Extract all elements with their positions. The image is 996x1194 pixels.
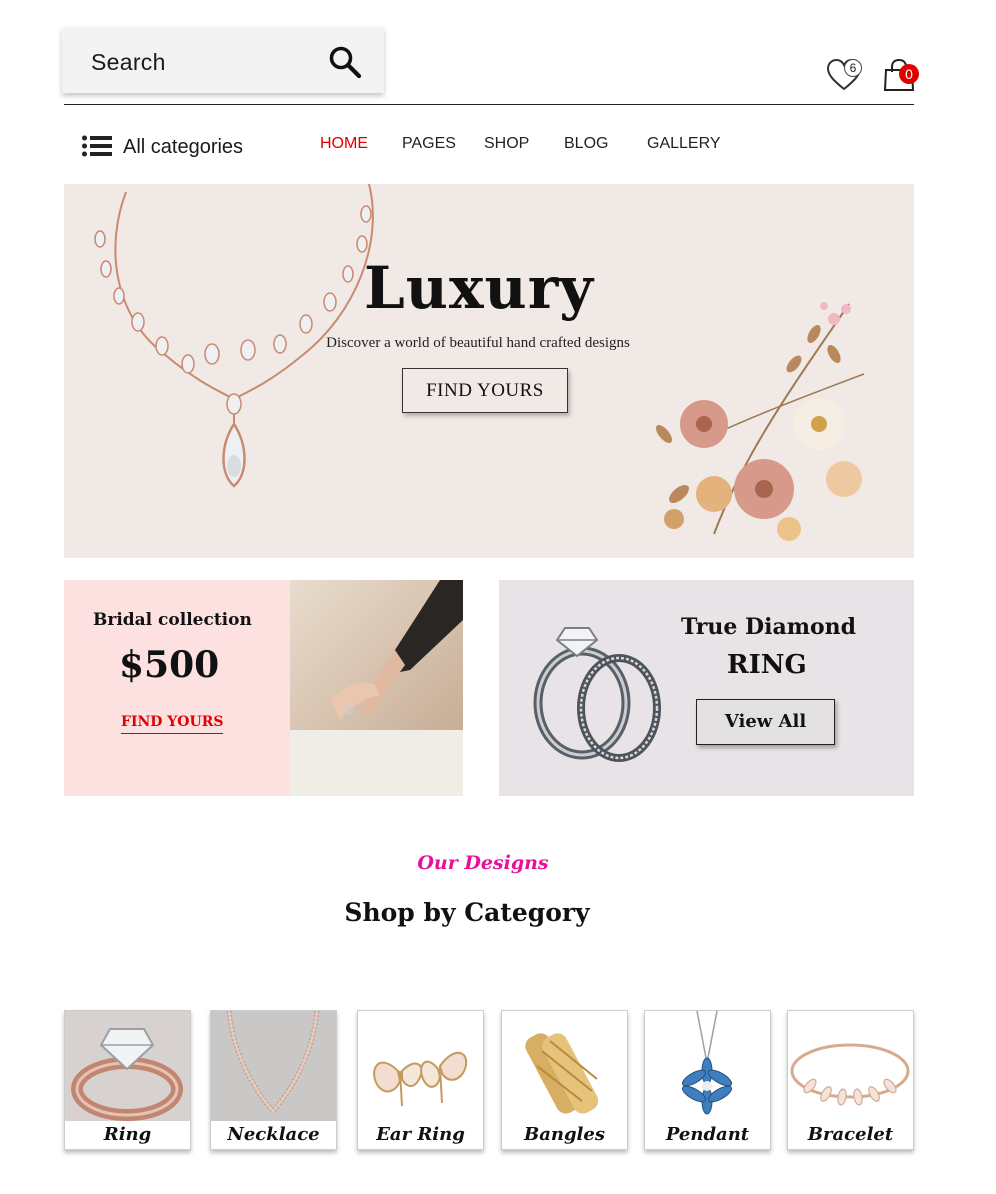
diamond-ring-image (533, 627, 661, 762)
necklace-image (211, 1011, 336, 1121)
category-name: Ear Ring (358, 1121, 483, 1149)
couple-hands-image (290, 580, 463, 796)
view-all-button[interactable]: View All (696, 699, 835, 745)
bangles-image (502, 1011, 627, 1121)
all-categories-button[interactable]: All categories (82, 132, 262, 162)
pendant-image (645, 1011, 770, 1121)
nav-blog[interactable]: BLOG (564, 135, 608, 153)
diamond-subtitle: RING (727, 650, 807, 680)
nav-shop[interactable]: SHOP (484, 135, 529, 153)
bridal-collection-card[interactable]: Bridal collection $500 FIND YOURS (64, 580, 463, 796)
category-name: Pendant (645, 1121, 770, 1149)
flower-bouquet-image (655, 302, 865, 541)
category-card-pendant[interactable]: Pendant (644, 1010, 771, 1150)
category-card-bangles[interactable]: Bangles (501, 1010, 628, 1150)
category-name: Bangles (502, 1121, 627, 1149)
diamond-title: True Diamond (681, 614, 857, 640)
bridal-title: Bridal collection (93, 610, 252, 630)
search-icon[interactable] (328, 45, 362, 79)
ring-image (65, 1011, 190, 1121)
all-categories-label: All categories (123, 136, 244, 158)
category-name: Necklace (211, 1121, 336, 1149)
nav-gallery[interactable]: GALLERY (647, 135, 721, 153)
nav-pages[interactable]: PAGES (402, 135, 456, 153)
true-diamond-ring-card[interactable]: True Diamond RING View All (499, 580, 914, 796)
category-card-necklace[interactable]: Necklace (210, 1010, 337, 1150)
section-title: Shop by Category (344, 898, 590, 927)
bracelet-image (788, 1011, 913, 1121)
list-menu-icon (82, 135, 112, 157)
category-name: Ring (65, 1121, 190, 1149)
cart-count-badge: 0 (899, 64, 919, 84)
earring-image (358, 1011, 483, 1121)
category-card-ear-ring[interactable]: Ear Ring (357, 1010, 484, 1150)
category-name: Bracelet (788, 1121, 913, 1149)
category-card-ring[interactable]: Ring (64, 1010, 191, 1150)
search-input[interactable]: Search (91, 49, 166, 76)
wishlist-count-badge: 6 (844, 59, 862, 77)
find-yours-button[interactable]: FIND YOURS (402, 368, 568, 413)
category-card-bracelet[interactable]: Bracelet (787, 1010, 914, 1150)
header-divider (64, 104, 914, 105)
bridal-price: $500 (119, 644, 220, 686)
bridal-find-yours-link[interactable]: FIND YOURS (121, 714, 224, 734)
search-box[interactable]: Search (62, 27, 384, 93)
nav-home[interactable]: HOME (320, 135, 368, 153)
section-eyebrow: Our Designs (417, 852, 549, 874)
hero-banner: Luxury Discover a world of beautiful han… (64, 184, 914, 558)
